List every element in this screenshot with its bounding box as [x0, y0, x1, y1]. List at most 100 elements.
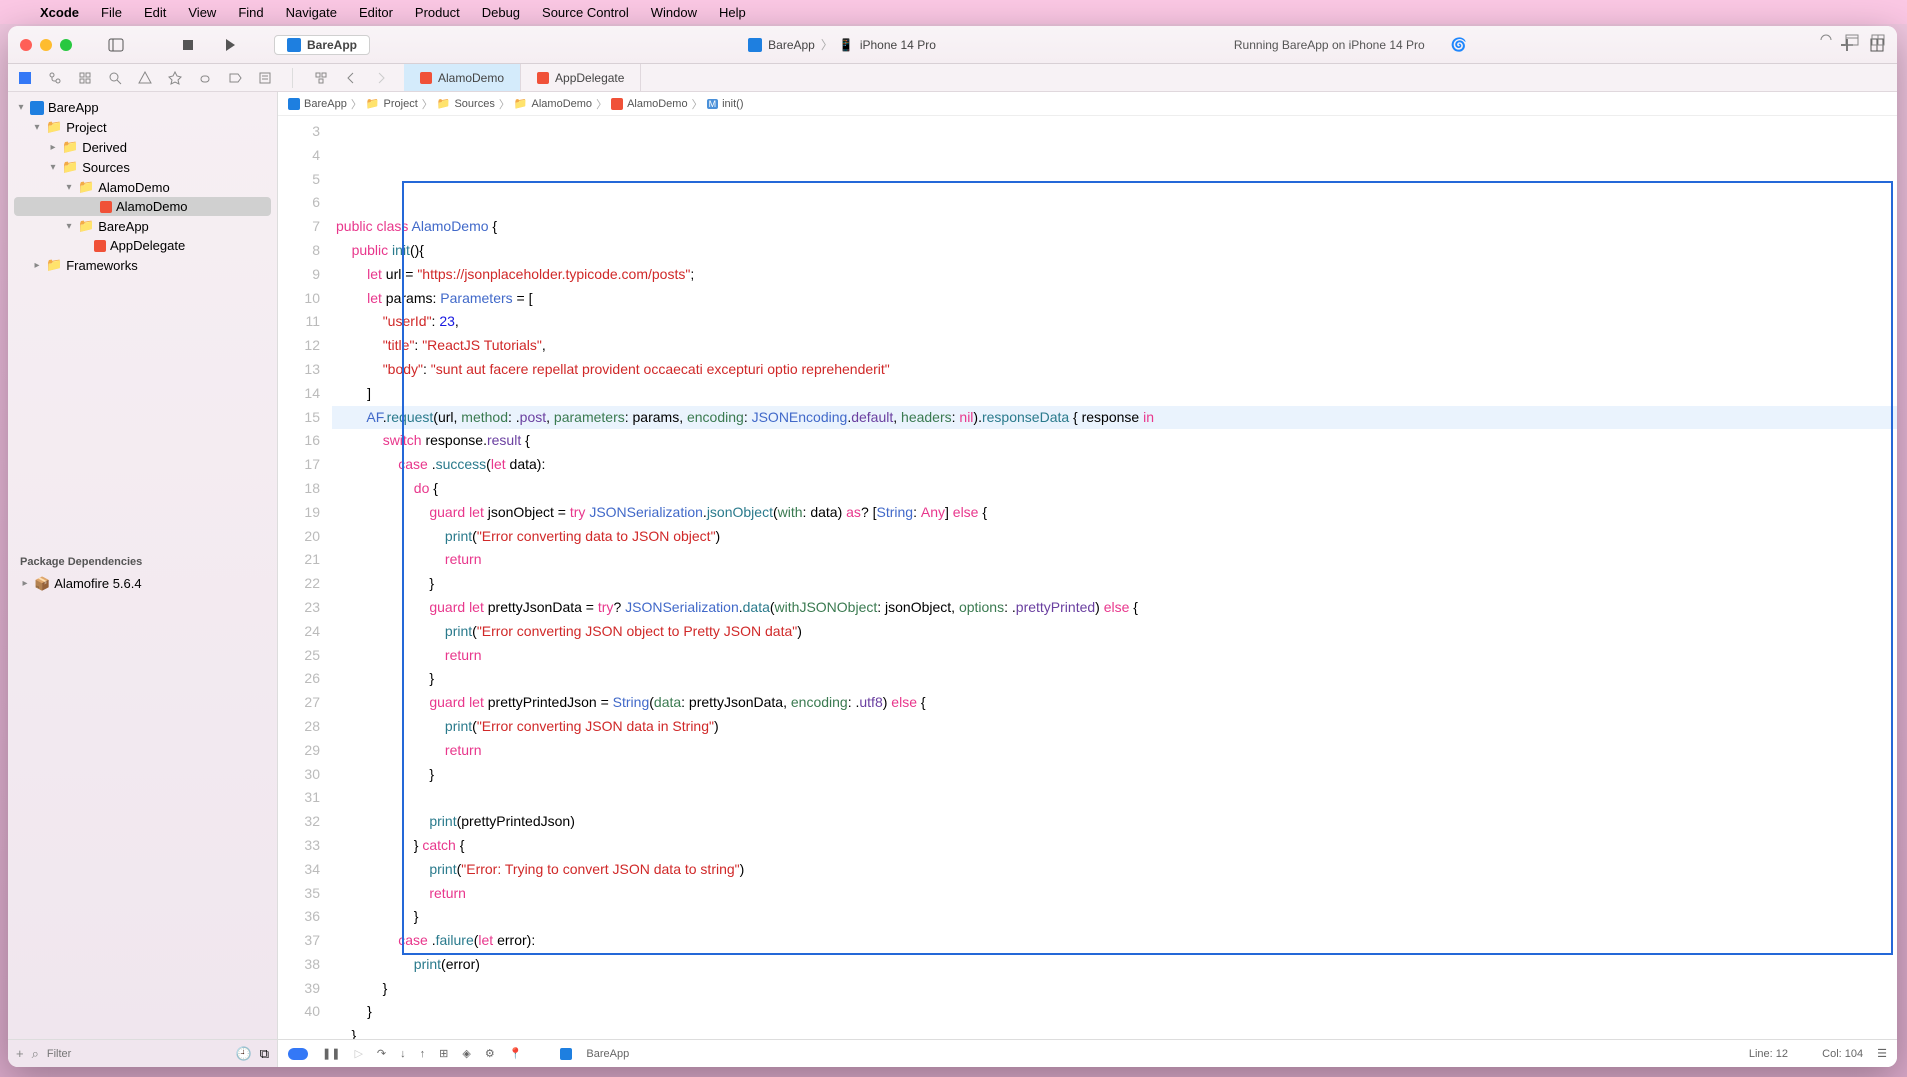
- menu-find[interactable]: Find: [238, 5, 263, 20]
- code-line-19[interactable]: }: [332, 572, 1897, 596]
- jump-bar[interactable]: BareApp〉 📁 Project〉 📁 Sources〉 📁 AlamoDe…: [278, 92, 1897, 116]
- code-line-5[interactable]: public init(){: [332, 239, 1897, 263]
- debug-nav-icon[interactable]: [198, 71, 212, 85]
- project-nav-icon[interactable]: [18, 71, 32, 85]
- breadcrumb-item[interactable]: AlamoDemo: [532, 98, 593, 110]
- back-button[interactable]: [344, 71, 358, 85]
- code-line-4[interactable]: public class AlamoDemo {: [332, 215, 1897, 239]
- disclosure-icon[interactable]: ▾: [48, 162, 58, 173]
- code-line-9[interactable]: "title": "ReactJS Tutorials",: [332, 334, 1897, 358]
- debug-view-icon[interactable]: ⊞: [439, 1047, 448, 1060]
- forward-button[interactable]: [374, 71, 388, 85]
- code-line-18[interactable]: return: [332, 548, 1897, 572]
- code-line-24[interactable]: guard let prettyPrintedJson = String(dat…: [332, 691, 1897, 715]
- code-line-31[interactable]: print("Error: Trying to convert JSON dat…: [332, 858, 1897, 882]
- line-gutter[interactable]: 3456789101112131415161718192021222324252…: [278, 116, 332, 1039]
- code-line-12[interactable]: AF.request(url, method: .post, parameter…: [332, 406, 1897, 430]
- code-line-38[interactable]: }: [332, 1024, 1897, 1039]
- code-line-26[interactable]: return: [332, 739, 1897, 763]
- breakpoint-nav-icon[interactable]: [228, 71, 242, 85]
- menu-view[interactable]: View: [188, 5, 216, 20]
- minimize-editor-icon[interactable]: [1819, 33, 1833, 47]
- code-content[interactable]: public class AlamoDemo { public init(){ …: [332, 116, 1897, 1039]
- menu-source-control[interactable]: Source Control: [542, 5, 629, 20]
- code-line-21[interactable]: print("Error converting JSON object to P…: [332, 620, 1897, 644]
- breadcrumb-item[interactable]: Project: [384, 98, 418, 110]
- code-line-36[interactable]: }: [332, 977, 1897, 1001]
- code-line-28[interactable]: [332, 786, 1897, 810]
- run-destination[interactable]: BareApp 〉 📱 iPhone 14 Pro: [742, 34, 942, 55]
- code-editor[interactable]: 3456789101112131415161718192021222324252…: [278, 116, 1897, 1039]
- code-line-33[interactable]: }: [332, 905, 1897, 929]
- symbol-nav-icon[interactable]: [78, 71, 92, 85]
- breadcrumb-item[interactable]: init(): [722, 98, 743, 110]
- breadcrumb-item[interactable]: AlamoDemo: [627, 98, 688, 110]
- run-button[interactable]: [222, 37, 238, 53]
- test-nav-icon[interactable]: [168, 71, 182, 85]
- code-line-37[interactable]: }: [332, 1000, 1897, 1024]
- code-line-6[interactable]: let url = "https://jsonplaceholder.typic…: [332, 263, 1897, 287]
- breadcrumb-item[interactable]: Sources: [454, 98, 494, 110]
- code-line-32[interactable]: return: [332, 882, 1897, 906]
- pause-icon[interactable]: ❚❚: [322, 1047, 340, 1060]
- tree-item-bareapp[interactable]: ▾📁BareApp: [8, 216, 277, 236]
- app-menu[interactable]: Xcode: [40, 5, 79, 20]
- close-button[interactable]: [20, 39, 32, 51]
- console-toggle-icon[interactable]: ☰: [1877, 1047, 1887, 1060]
- code-line-27[interactable]: }: [332, 763, 1897, 787]
- code-line-25[interactable]: print("Error converting JSON data in Str…: [332, 715, 1897, 739]
- code-line-16[interactable]: guard let jsonObject = try JSONSerializa…: [332, 501, 1897, 525]
- tree-item-project[interactable]: ▾📁Project: [8, 117, 277, 137]
- tree-item-alamodemo[interactable]: ▾📁AlamoDemo: [8, 177, 277, 197]
- disclosure-icon[interactable]: ▸: [48, 142, 58, 153]
- maximize-button[interactable]: [60, 39, 72, 51]
- disclosure-icon[interactable]: ▾: [16, 102, 26, 113]
- disclosure-icon[interactable]: ▸: [32, 260, 42, 271]
- code-line-3[interactable]: [332, 191, 1897, 215]
- memory-graph-icon[interactable]: ◈: [462, 1047, 470, 1060]
- code-line-10[interactable]: "body": "sunt aut facere repellat provid…: [332, 358, 1897, 382]
- report-nav-icon[interactable]: [258, 71, 272, 85]
- minimize-button[interactable]: [40, 39, 52, 51]
- code-line-8[interactable]: "userId": 23,: [332, 310, 1897, 334]
- step-out-icon[interactable]: ↑: [420, 1048, 426, 1060]
- menu-window[interactable]: Window: [651, 5, 697, 20]
- code-line-22[interactable]: return: [332, 644, 1897, 668]
- debug-toggle[interactable]: [288, 1048, 308, 1060]
- menu-debug[interactable]: Debug: [482, 5, 520, 20]
- clock-icon[interactable]: 🕘: [236, 1046, 252, 1062]
- menu-navigate[interactable]: Navigate: [286, 5, 337, 20]
- breadcrumb-item[interactable]: BareApp: [304, 98, 347, 110]
- disclosure-icon[interactable]: ▾: [32, 122, 42, 133]
- sidebar-toggle-icon[interactable]: [108, 37, 124, 53]
- menu-edit[interactable]: Edit: [144, 5, 166, 20]
- tree-item-derived[interactable]: ▸📁Derived: [8, 137, 277, 157]
- disclosure-icon[interactable]: ▾: [64, 221, 74, 232]
- menu-editor[interactable]: Editor: [359, 5, 393, 20]
- code-line-13[interactable]: switch response.result {: [332, 429, 1897, 453]
- code-line-7[interactable]: let params: Parameters = [: [332, 287, 1897, 311]
- code-line-35[interactable]: print(error): [332, 953, 1897, 977]
- menu-help[interactable]: Help: [719, 5, 746, 20]
- disclosure-icon[interactable]: ▾: [64, 182, 74, 193]
- code-line-15[interactable]: do {: [332, 477, 1897, 501]
- code-line-20[interactable]: guard let prettyJsonData = try? JSONSeri…: [332, 596, 1897, 620]
- code-line-11[interactable]: ]: [332, 382, 1897, 406]
- code-line-34[interactable]: case .failure(let error):: [332, 929, 1897, 953]
- tree-item-sources[interactable]: ▾📁Sources: [8, 157, 277, 177]
- tree-item-frameworks[interactable]: ▸📁Frameworks: [8, 255, 277, 275]
- menu-product[interactable]: Product: [415, 5, 460, 20]
- code-line-29[interactable]: print(prettyPrintedJson): [332, 810, 1897, 834]
- related-items-icon[interactable]: [314, 71, 328, 85]
- code-line-17[interactable]: print("Error converting data to JSON obj…: [332, 525, 1897, 549]
- add-editor-icon[interactable]: [1871, 33, 1885, 47]
- tab-alamodemo[interactable]: AlamoDemo: [404, 64, 521, 91]
- package-alamofire[interactable]: ▸ 📦 Alamofire 5.6.4: [8, 574, 277, 594]
- stop-button[interactable]: [180, 37, 196, 53]
- continue-icon[interactable]: ▷: [354, 1047, 362, 1060]
- find-nav-icon[interactable]: [108, 71, 122, 85]
- tree-item-alamodemo[interactable]: AlamoDemo: [14, 197, 271, 216]
- debug-target[interactable]: BareApp: [586, 1048, 629, 1060]
- code-line-30[interactable]: } catch {: [332, 834, 1897, 858]
- filter-input[interactable]: [47, 1048, 228, 1060]
